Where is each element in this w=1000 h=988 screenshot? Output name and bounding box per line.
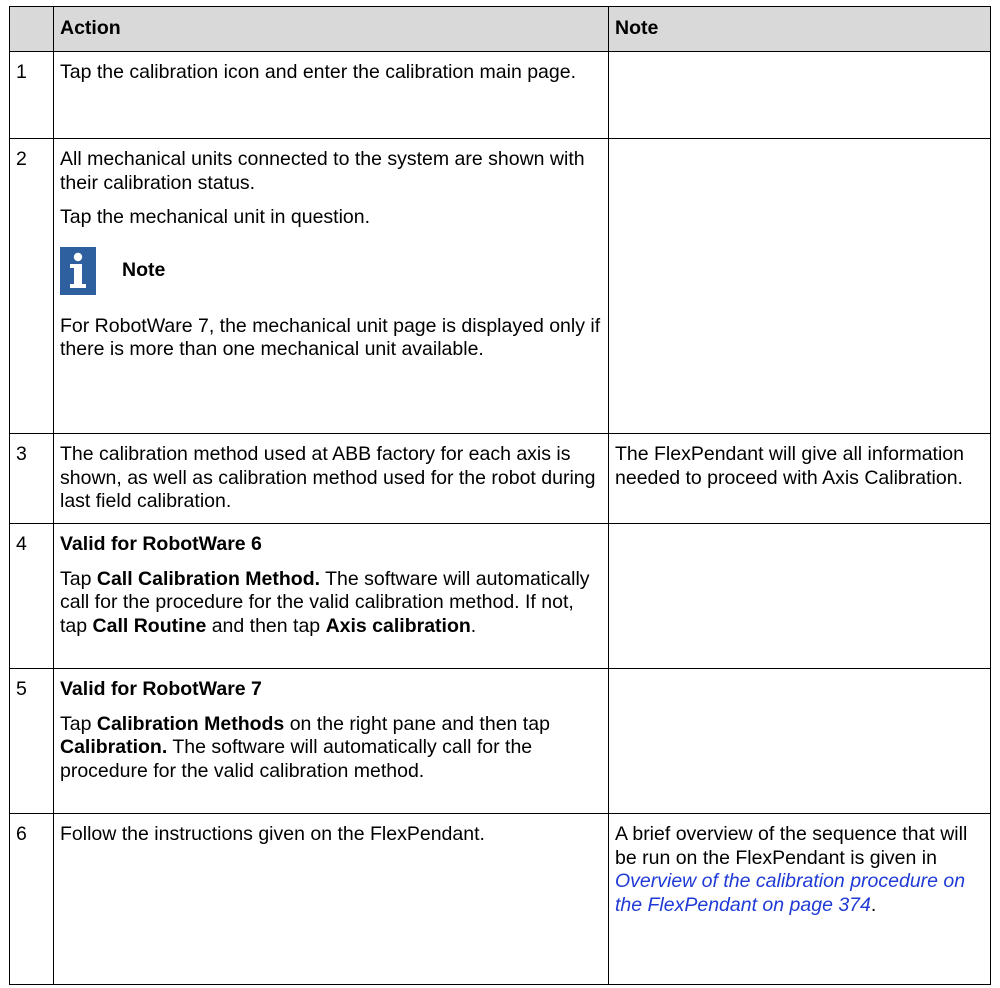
note-text: The FlexPendant will give all informatio… <box>615 443 965 489</box>
table-row: 2 All mechanical units connected to the … <box>9 138 991 434</box>
ui-term: Calibration. <box>60 736 168 758</box>
action-text: All mechanical units connected to the sy… <box>60 148 585 194</box>
action-cell: Valid for RobotWare 7 Tap Calibration Me… <box>53 668 609 814</box>
text-run: A brief overview of the sequence that wi… <box>615 823 968 869</box>
note-cell: A brief overview of the sequence that wi… <box>608 813 991 985</box>
action-cell: Valid for RobotWare 6 Tap Call Calibrati… <box>53 523 609 669</box>
action-text: Tap the mechanical unit in question. <box>60 206 371 228</box>
step-number: 4 <box>9 523 54 669</box>
table-row: 3 The calibration method used at ABB fac… <box>9 433 991 524</box>
step-number: 2 <box>9 138 54 434</box>
table-row: 4 Valid for RobotWare 6 Tap Call Calibra… <box>9 523 991 669</box>
step-number: 3 <box>9 433 54 524</box>
text-run: on the right pane and then tap <box>284 712 550 735</box>
table-row: 5 Valid for RobotWare 7 Tap Calibration … <box>9 668 991 814</box>
step-number: 6 <box>9 813 54 985</box>
table-row: 1 Tap the calibration icon and enter the… <box>9 51 991 139</box>
ui-term: Calibration Methods <box>96 712 285 735</box>
text-run: . <box>870 893 877 916</box>
action-cell: Follow the instructions given on the Fle… <box>53 813 609 985</box>
step-number: 5 <box>9 668 54 814</box>
procedure-table: Action Note 1 Tap the calibration icon a… <box>9 6 991 985</box>
action-text: Tap Calibration Methods on the right pan… <box>60 713 602 784</box>
note-callout-title: Note <box>122 258 166 281</box>
action-heading: Valid for RobotWare 7 <box>60 678 262 700</box>
step-number: 1 <box>9 51 54 139</box>
note-cell <box>608 138 991 434</box>
action-text: Follow the instructions given on the Fle… <box>60 823 485 845</box>
action-text: Tap Call Calibration Method. The softwar… <box>60 568 602 639</box>
header-number <box>9 6 54 52</box>
text-run: . <box>470 614 477 637</box>
note-text: A brief overview of the sequence that wi… <box>615 823 984 917</box>
action-cell: The calibration method used at ABB facto… <box>53 433 609 524</box>
table-header-row: Action Note <box>9 6 991 52</box>
action-cell: Tap the calibration icon and enter the c… <box>53 51 609 139</box>
action-heading: Valid for RobotWare 6 <box>60 533 262 555</box>
cross-reference-link[interactable]: Overview of the calibration procedure on… <box>615 870 965 916</box>
note-callout: Note <box>60 246 602 295</box>
text-run: Tap <box>60 567 97 590</box>
note-cell <box>608 51 991 139</box>
ui-term: Call Calibration Method. <box>96 567 321 590</box>
action-cell: All mechanical units connected to the sy… <box>53 138 609 434</box>
action-text: Tap the calibration icon and enter the c… <box>60 61 576 83</box>
table-row: 6 Follow the instructions given on the F… <box>9 813 991 985</box>
note-cell: The FlexPendant will give all informatio… <box>608 433 991 524</box>
note-cell <box>608 668 991 814</box>
header-action: Action <box>53 6 609 52</box>
text-run: and then tap <box>206 614 326 637</box>
ui-term: Call Routine <box>92 614 207 637</box>
action-text: For RobotWare 7, the mechanical unit pag… <box>60 314 601 361</box>
action-text: The calibration method used at ABB facto… <box>60 443 596 512</box>
text-run: Tap <box>60 712 97 735</box>
note-cell <box>608 523 991 669</box>
info-icon <box>60 246 96 295</box>
ui-term: Axis calibration <box>325 614 471 637</box>
header-note: Note <box>608 6 991 52</box>
